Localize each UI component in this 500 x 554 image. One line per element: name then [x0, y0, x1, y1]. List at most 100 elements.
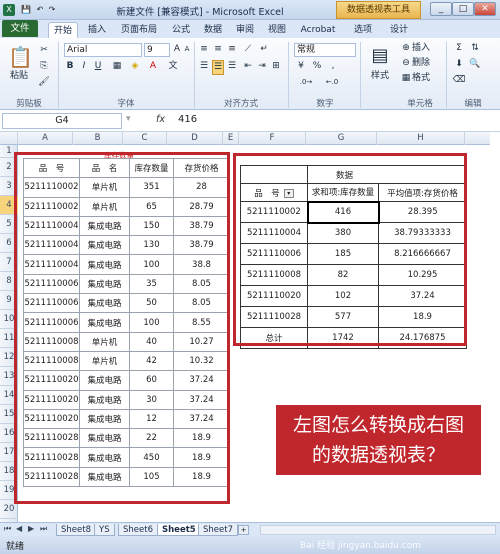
status-text: 就绪: [6, 542, 25, 552]
merge-center-icon[interactable]: ⊞: [270, 60, 282, 73]
tab-review[interactable]: 审阅: [232, 22, 258, 38]
clear-icon[interactable]: ⌫: [452, 74, 466, 87]
redo-icon[interactable]: ↷: [46, 4, 58, 16]
formula-input[interactable]: 416: [178, 114, 197, 125]
tab-formulas[interactable]: 公式: [168, 22, 194, 38]
title-bar: X 💾 ↶ ↷ 新建文件 [兼容模式] - Microsoft Excel 数据…: [0, 0, 500, 20]
horizontal-scrollbar[interactable]: [260, 525, 496, 535]
decrease-indent-icon[interactable]: ⇤: [242, 60, 254, 73]
minimize-button[interactable]: _: [430, 2, 452, 16]
tab-options[interactable]: 选项: [350, 22, 376, 38]
delete-cells-icon[interactable]: ⊖: [400, 57, 412, 70]
separator: [360, 42, 361, 108]
column-header-f[interactable]: F: [239, 132, 306, 145]
increase-indent-icon[interactable]: ⇥: [256, 60, 268, 73]
styles-icon[interactable]: ▤: [368, 44, 392, 68]
align-middle-icon[interactable]: ≡: [212, 43, 224, 56]
column-header-h[interactable]: H: [377, 132, 465, 145]
column-header-g[interactable]: G: [306, 132, 377, 145]
align-left-icon[interactable]: ☰: [198, 60, 210, 73]
sheet-nav-first-icon[interactable]: ⏮: [4, 524, 11, 534]
sort-filter-icon[interactable]: ⇅: [468, 42, 482, 55]
font-group-label: 字体: [117, 99, 135, 109]
copy-icon[interactable]: ⎘: [38, 60, 50, 73]
orientation-icon[interactable]: ⟋: [242, 43, 254, 56]
sheet-nav-prev-icon[interactable]: ◀: [16, 524, 22, 533]
format-cells-label[interactable]: 格式: [412, 72, 442, 85]
file-tab[interactable]: 文件: [2, 20, 38, 37]
fx-icon[interactable]: fx: [156, 114, 165, 125]
tab-insert[interactable]: 插入: [84, 22, 110, 38]
column-header-e[interactable]: E: [223, 132, 239, 145]
separator: [194, 42, 195, 108]
align-bottom-icon[interactable]: ≡: [226, 43, 238, 56]
source-highlight-box: [14, 152, 230, 504]
select-all-corner[interactable]: [0, 132, 18, 145]
undo-icon[interactable]: ↶: [34, 4, 46, 16]
tab-design[interactable]: 设计: [386, 22, 412, 38]
paste-icon[interactable]: 📋: [8, 44, 33, 70]
separator: [58, 42, 59, 108]
increase-decimal-icon[interactable]: .0→: [294, 76, 318, 89]
wrap-text-icon[interactable]: ↵: [258, 43, 270, 56]
question-callout: 左图怎么转换成右图的数据透视表？: [276, 405, 481, 475]
bold-icon[interactable]: B: [64, 60, 76, 73]
border-icon[interactable]: ▦: [110, 60, 124, 73]
column-header-a[interactable]: A: [18, 132, 73, 145]
column-header-c[interactable]: C: [123, 132, 167, 145]
italic-icon[interactable]: I: [78, 60, 90, 73]
cut-icon[interactable]: ✂: [38, 44, 50, 57]
shrink-font-icon[interactable]: A: [182, 43, 192, 56]
insert-cells-label[interactable]: 插入: [412, 42, 442, 55]
sheet-tab[interactable]: Sheet8: [56, 524, 96, 536]
delete-cells-label[interactable]: 删除: [412, 57, 442, 70]
name-box-dropdown-icon[interactable]: ▾: [126, 114, 131, 124]
ribbon-tabs: 开始 插入 页面布局 公式 数据 审阅 视图 Acrobat 选项 设计: [0, 20, 500, 38]
align-top-icon[interactable]: ≡: [198, 43, 210, 56]
save-icon[interactable]: 💾: [20, 4, 32, 16]
pivot-tools-tab[interactable]: 数据透视表工具: [336, 1, 421, 19]
number-group-label: 数字: [316, 99, 334, 109]
font-size-select[interactable]: 9: [144, 43, 170, 57]
underline-icon[interactable]: U: [92, 60, 104, 73]
sheet-tab[interactable]: Sheet6: [118, 524, 158, 536]
comma-icon[interactable]: ,: [326, 60, 340, 73]
tab-acrobat[interactable]: Acrobat: [298, 22, 338, 38]
cells-group-label: 单元格: [407, 99, 433, 109]
sheet-tab[interactable]: Sheet7: [198, 524, 238, 536]
find-select-icon[interactable]: 🔍: [468, 58, 482, 71]
styles-label[interactable]: 样式: [364, 70, 396, 83]
sheet-tab[interactable]: YS: [94, 524, 115, 536]
tab-view[interactable]: 视图: [264, 22, 290, 38]
format-cells-icon[interactable]: ▦: [400, 72, 412, 85]
percent-icon[interactable]: %: [310, 60, 324, 73]
fill-icon[interactable]: ⬇: [452, 58, 466, 71]
decrease-decimal-icon[interactable]: ←.0: [320, 76, 344, 89]
font-color-icon[interactable]: A: [146, 60, 160, 73]
tab-page-layout[interactable]: 页面布局: [115, 22, 163, 38]
insert-cells-icon[interactable]: ⊕: [400, 42, 412, 55]
align-right-icon[interactable]: ☰: [226, 60, 238, 73]
sheet-nav-last-icon[interactable]: ⏭: [40, 524, 47, 534]
align-center-icon[interactable]: ☰: [212, 60, 224, 75]
autosum-icon[interactable]: Σ: [452, 42, 466, 55]
maximize-button[interactable]: □: [452, 2, 474, 16]
sheet-tab-active[interactable]: Sheet5: [157, 524, 201, 536]
phonetic-icon[interactable]: 文: [166, 60, 180, 73]
ribbon: 📋 粘贴 ✂ ⎘ 🖌 剪贴板 Arial 9 A A B I U ▦ ◈ A 文…: [0, 38, 500, 110]
sheet-nav-next-icon[interactable]: ▶: [28, 524, 34, 533]
paste-label[interactable]: 粘贴: [6, 70, 32, 83]
format-painter-icon[interactable]: 🖌: [38, 76, 50, 89]
grow-font-icon[interactable]: A: [172, 43, 182, 56]
tab-data[interactable]: 数据: [200, 22, 226, 38]
close-button[interactable]: ✕: [474, 2, 496, 16]
column-header-b[interactable]: B: [73, 132, 123, 145]
insert-sheet-icon[interactable]: +: [238, 525, 249, 535]
fill-color-icon[interactable]: ◈: [128, 60, 142, 73]
number-format-select[interactable]: 常规: [294, 43, 356, 57]
tab-home[interactable]: 开始: [48, 22, 78, 38]
font-name-select[interactable]: Arial: [64, 43, 142, 57]
currency-icon[interactable]: ¥: [294, 60, 308, 73]
column-header-d[interactable]: D: [167, 132, 223, 145]
name-box[interactable]: G4: [2, 113, 122, 129]
